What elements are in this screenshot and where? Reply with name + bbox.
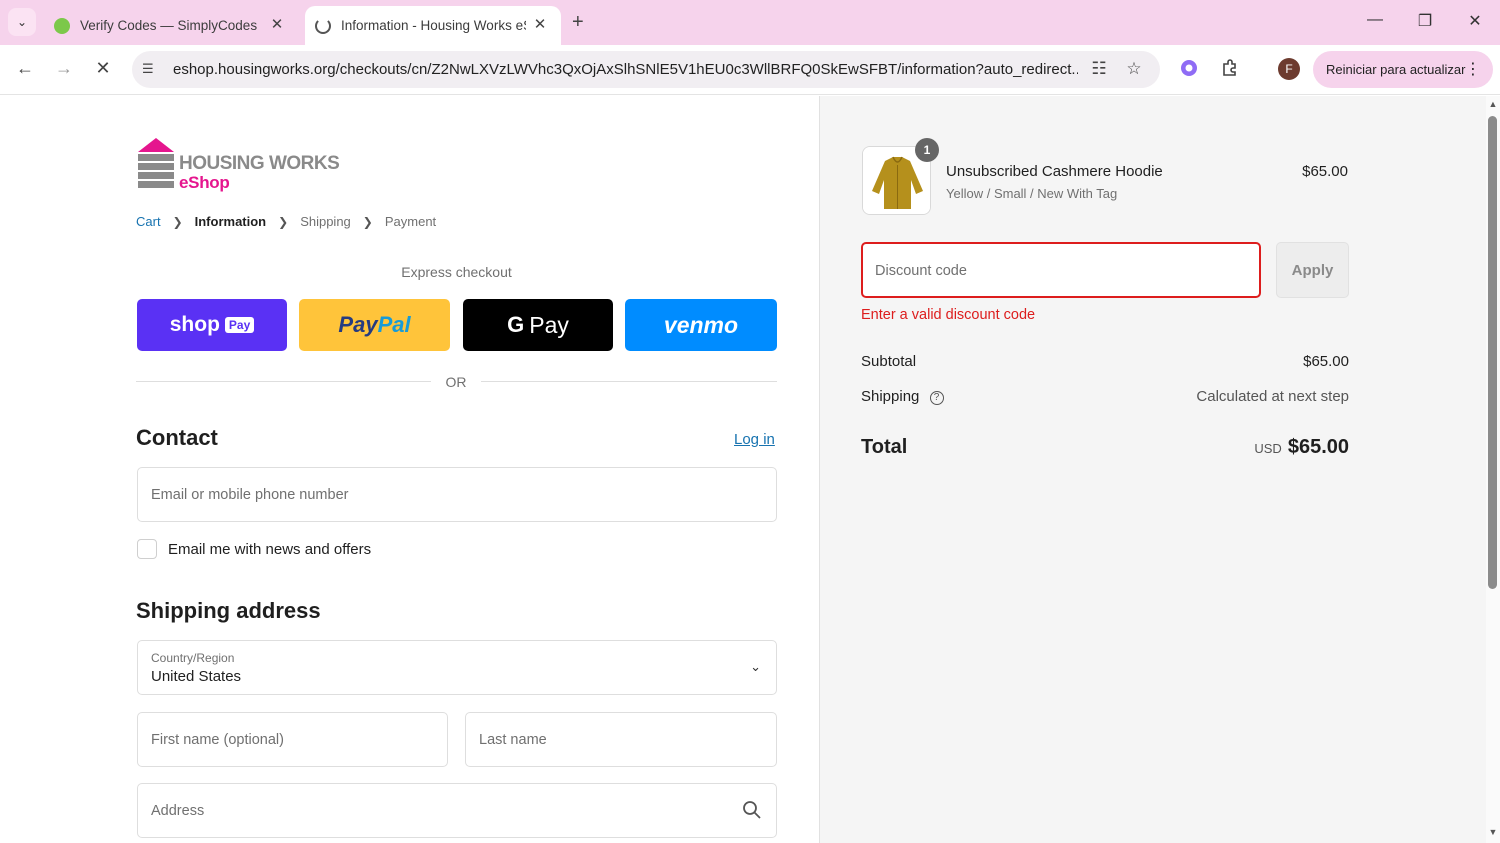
shipping-value: Calculated at next step <box>1196 388 1349 405</box>
restore-icon[interactable]: ❐ <box>1415 11 1435 31</box>
puzzle-icon[interactable] <box>1219 58 1241 80</box>
shop-pay-label: shop <box>169 313 220 336</box>
total-amount: USD $65.00 <box>1254 436 1349 459</box>
chevron-down-icon: ⌄ <box>750 659 761 674</box>
star-icon[interactable]: ☆ <box>1123 59 1145 79</box>
quantity-badge: 1 <box>915 138 939 162</box>
newsletter-label[interactable]: Email me with news and offers <box>168 541 371 558</box>
discount-code-input[interactable]: Discount code <box>861 242 1261 298</box>
plus-icon[interactable]: + <box>572 11 584 34</box>
shipping-label: Shipping <box>861 388 920 405</box>
divider <box>136 381 431 382</box>
login-link[interactable]: Log in <box>734 431 775 448</box>
venmo-label: venmo <box>663 311 739 338</box>
scrollbar-thumb[interactable] <box>1488 116 1497 589</box>
loading-favicon-icon <box>315 17 331 34</box>
paypal-label-b: Pal <box>377 312 411 337</box>
restart-label: Reiniciar para actualizar <box>1326 62 1466 77</box>
breadcrumb-information: Information <box>194 214 267 229</box>
product-variant: Yellow / Small / New With Tag <box>946 186 1118 201</box>
simplycodes-favicon-icon <box>54 17 70 34</box>
google-g-icon: G <box>507 312 525 337</box>
close-icon[interactable]: ✕ <box>268 15 286 33</box>
breadcrumb-shipping: Shipping <box>300 214 351 229</box>
shop-pay-button[interactable]: shop Pay <box>137 299 287 351</box>
google-pay-label: Pay <box>529 311 569 338</box>
apply-discount-button[interactable]: Apply <box>1276 242 1349 298</box>
browser-tab-bar: ⌄ Verify Codes — SimplyCodes ✕ Informati… <box>0 0 1500 45</box>
back-icon[interactable]: ← <box>13 58 37 79</box>
divider <box>481 381 777 382</box>
housing-works-logo[interactable] <box>137 138 175 190</box>
chevron-right-icon: ❯ <box>278 214 289 229</box>
tab-title: Information - Housing Works eShop <box>341 18 526 33</box>
discount-placeholder: Discount code <box>875 263 967 279</box>
first-name-placeholder: First name (optional) <box>151 732 284 748</box>
forward-icon[interactable]: → <box>52 58 76 79</box>
translate-icon[interactable]: ☷ <box>1088 59 1110 79</box>
breadcrumb: Cart ❯ Information ❯ Shipping ❯ Payment <box>136 214 436 229</box>
logo-subtitle: eShop <box>179 173 230 192</box>
country-value: United States <box>151 668 242 685</box>
tab-title: Verify Codes — SimplyCodes <box>80 18 258 33</box>
logo-wordmark: HOUSING WORKS <box>179 153 340 174</box>
chevron-right-icon: ❯ <box>362 214 373 229</box>
help-icon[interactable]: ? <box>929 391 944 405</box>
browser-toolbar: ← → ✕ ☰ eshop.housingworks.org/checkouts… <box>0 45 1500 95</box>
last-name-field[interactable]: Last name <box>465 712 777 767</box>
address-placeholder: Address <box>151 803 205 819</box>
extension-icon[interactable] <box>1178 58 1200 80</box>
shipping-address-heading: Shipping address <box>136 598 321 623</box>
discount-error-message: Enter a valid discount code <box>861 307 1036 323</box>
paypal-label-a: Pay <box>338 312 378 337</box>
search-icon <box>742 800 762 820</box>
address-field[interactable]: Address <box>137 783 777 838</box>
scroll-down-icon[interactable]: ▼ <box>1487 827 1499 837</box>
email-placeholder: Email or mobile phone number <box>151 487 349 503</box>
address-bar[interactable]: ☰ eshop.housingworks.org/checkouts/cn/Z2… <box>132 51 1160 88</box>
breadcrumb-cart[interactable]: Cart <box>136 214 161 229</box>
country-select[interactable]: Country/Region United States ⌄ <box>137 640 777 695</box>
paypal-button[interactable]: Pay Pal <box>299 299 450 351</box>
product-name: Unsubscribed Cashmere Hoodie <box>946 163 1163 180</box>
total-label: Total <box>861 436 908 458</box>
tab-simplycodes[interactable]: Verify Codes — SimplyCodes ✕ <box>46 6 298 45</box>
url-text: eshop.housingworks.org/checkouts/cn/Z2Nw… <box>173 61 1078 78</box>
total-value: $65.00 <box>1287 436 1349 458</box>
email-field[interactable]: Email or mobile phone number <box>137 467 777 522</box>
or-divider-text: OR <box>445 374 467 390</box>
country-label: Country/Region <box>151 651 235 665</box>
express-checkout-heading: Express checkout <box>401 264 512 280</box>
chevron-down-icon: ⌄ <box>16 15 28 29</box>
minimize-icon[interactable]: — <box>1365 11 1385 29</box>
subtotal-value: $65.00 <box>1303 353 1349 370</box>
close-window-icon[interactable]: ✕ <box>1465 11 1485 31</box>
venmo-button[interactable]: venmo <box>625 299 777 351</box>
google-pay-button[interactable]: G Pay <box>463 299 613 351</box>
product-price: $65.00 <box>1302 163 1348 180</box>
profile-avatar[interactable]: F <box>1278 58 1300 80</box>
newsletter-checkbox[interactable] <box>137 539 157 559</box>
contact-heading: Contact <box>136 425 218 450</box>
shipping-row: Shipping ? <box>861 388 944 405</box>
scroll-up-icon[interactable]: ▲ <box>1487 99 1499 109</box>
breadcrumb-payment: Payment <box>384 214 437 229</box>
last-name-placeholder: Last name <box>479 732 547 748</box>
chevron-right-icon: ❯ <box>172 214 183 229</box>
stop-icon[interactable]: ✕ <box>91 58 115 79</box>
tab-search-button[interactable]: ⌄ <box>8 8 36 36</box>
first-name-field[interactable]: First name (optional) <box>137 712 448 767</box>
site-info-icon[interactable]: ☰ <box>142 61 160 77</box>
close-icon[interactable]: ✕ <box>531 15 549 33</box>
menu-icon[interactable]: ⋮ <box>1465 59 1481 79</box>
subtotal-label: Subtotal <box>861 353 917 370</box>
total-currency: USD <box>1254 441 1282 456</box>
shop-pay-badge: Pay <box>224 317 255 333</box>
restart-button[interactable]: Reiniciar para actualizar ⋮ <box>1313 51 1493 88</box>
tab-housingworks[interactable]: Information - Housing Works eShop ✕ <box>305 6 561 45</box>
